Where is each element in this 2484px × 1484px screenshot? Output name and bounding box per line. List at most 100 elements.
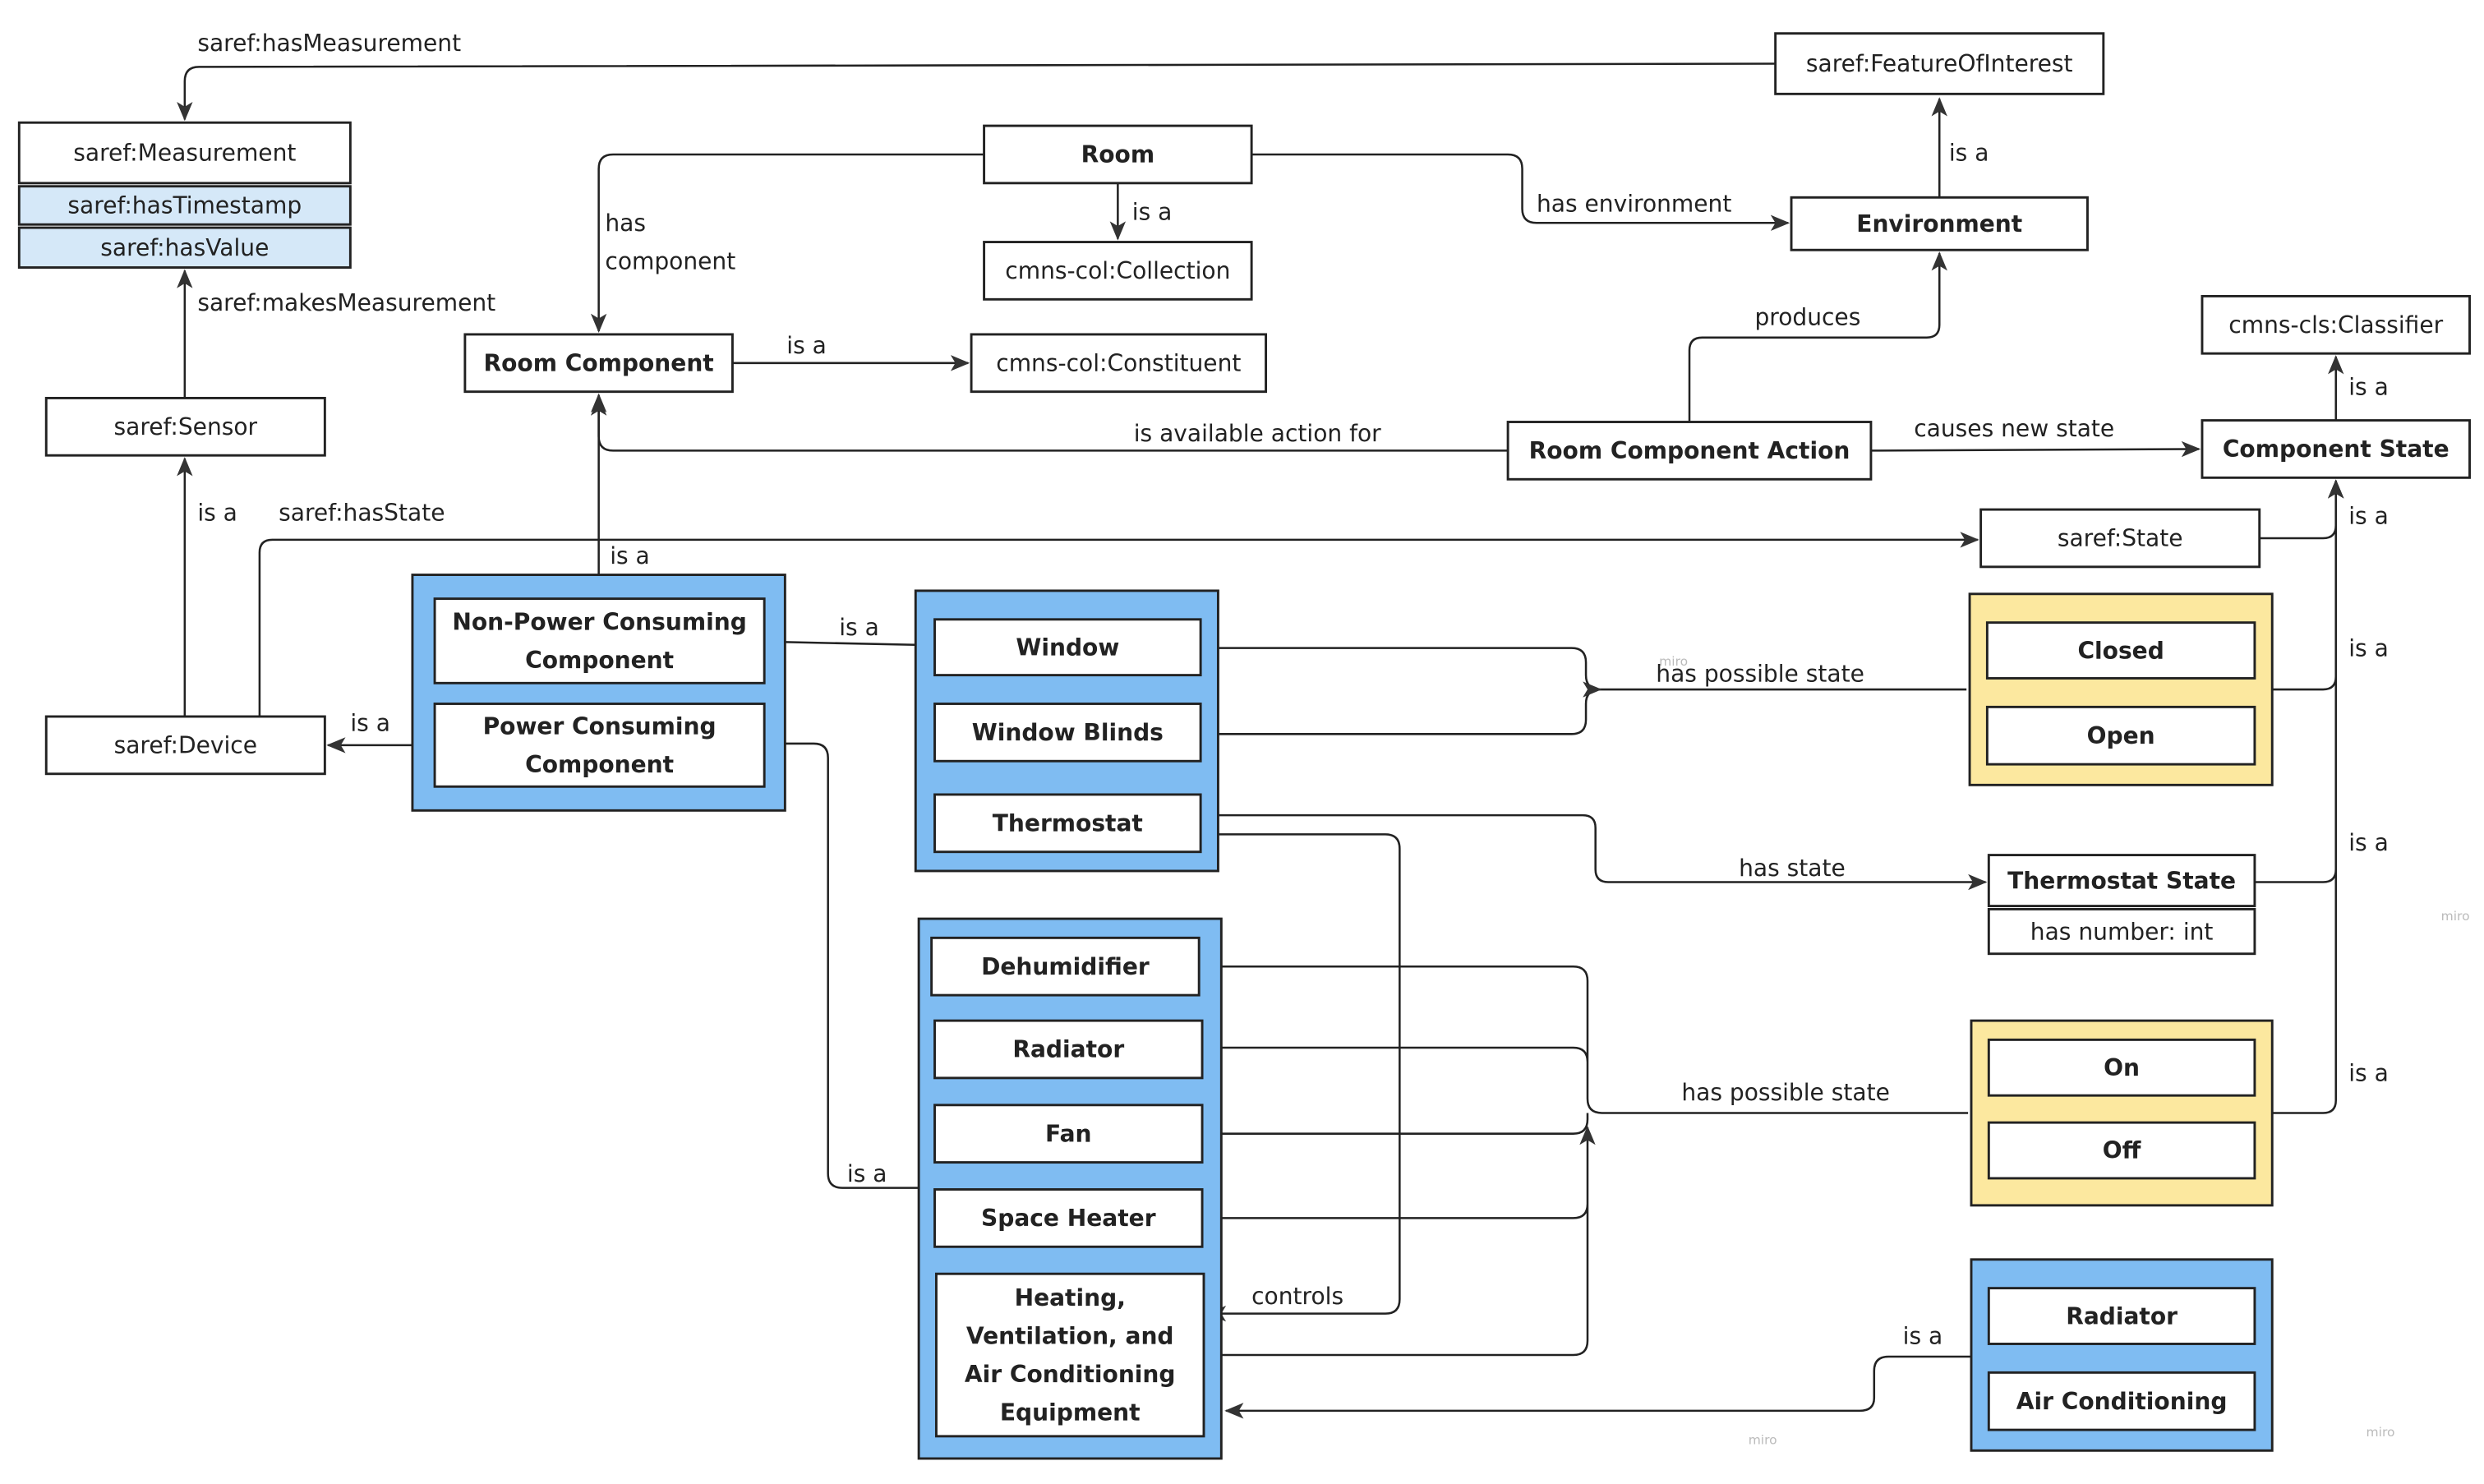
edge-label: saref:makesMeasurement [197,289,495,316]
edge-yellow2IsCs [2272,479,2344,1114]
connector-arrow [766,634,916,651]
node-thermostat: Thermostat [933,793,1202,854]
node-sensor: saref:Sensor [44,396,326,457]
node-timestamp: saref:hasTimestamp [17,185,352,226]
node-label: Window Blinds [972,719,1164,746]
node-hvac: Heating, Ventilation, and Air Conditioning… [934,1272,1205,1438]
edge-group3IsPc [766,735,919,1189]
edge-label: component [605,247,735,274]
node-label: saref:Sensor [113,413,257,440]
connector-arrow [1201,833,1401,1322]
node-label: saref:FeatureOfInterest [1806,50,2073,77]
edge-thermostatHasState [1201,813,1988,891]
edge-causesNewState [1870,440,2201,458]
edge-label: is a [1903,1322,1943,1349]
node-measurement: saref:Measurement [17,121,352,185]
edge-label: saref:hasState [279,500,445,527]
connector-arrow [1688,251,1947,422]
node-dehum: Dehumidifier [930,936,1201,997]
node-window: Window [933,618,1202,677]
node-classifier: cmns-cls:Classifier [2201,294,2471,355]
node-label: Air Conditioning [965,1361,1176,1388]
node-label: Room Component [484,350,714,377]
edge-label: controls [1251,1283,1343,1310]
edge-label: is a [2348,374,2389,401]
edge-label: is a [2348,634,2389,661]
node-label: cmns-cls:Classifier [2228,311,2443,339]
edge-label: is available action for [1134,420,1381,447]
ontology-diagram: saref:Measurement saref:hasTimestamp saref… [17,30,2471,1460]
node-closed: Closed [1985,621,2256,680]
node-blinds: Window Blinds [933,703,1202,763]
edge-label: is a [2348,503,2389,530]
node-label: Non-Power Consuming [452,608,746,635]
node-roomcomp: Room Component [463,333,734,394]
node-label: Radiator [1012,1036,1124,1063]
connector-arrow [2272,479,2344,1114]
node-label: saref:State [2058,525,2183,552]
node-label: Environment [1856,210,2022,237]
node-pc: Power Consuming Component [433,703,766,788]
node-radiator: Radiator [933,1019,1204,1080]
node-label: Space Heater [981,1205,1156,1232]
edge-label: has state [1739,855,1846,882]
node-label: saref:Measurement [73,140,296,167]
edge-label: causes new state [1914,415,2114,442]
node-label: Ventilation, and [966,1322,1174,1349]
node-open: Open [1985,705,2256,766]
node-on: On [1987,1038,2256,1097]
node-rca: Room Component Action [1506,421,1873,481]
node-label: Heating, [1015,1284,1126,1311]
edge-hasMeasurement [177,62,1776,122]
node-value: saref:hasValue [17,226,352,269]
node-label: Room [1081,141,1154,168]
node-radiator2: Radiator [1987,1287,2256,1345]
connector-arrow [2272,479,2344,691]
node-tstate_attr: has number: int [1987,908,2256,956]
connector-arrow [177,62,1776,122]
edge-label: is a [2348,1060,2389,1087]
node-label: Thermostat [993,810,1143,837]
watermark: miro [2441,909,2470,924]
node-constituent: cmns-col:Constituent [970,333,1268,394]
node-room: Room [983,124,1253,185]
node-label: Closed [2077,637,2164,664]
node-label: Component [525,647,674,674]
node-label: Equipment [1000,1399,1141,1426]
watermark: miro [1659,654,1688,669]
edge-label: is a [610,542,650,569]
edge-label: is a [847,1160,887,1187]
node-fan: Fan [933,1104,1204,1164]
node-label: Dehumidifier [981,953,1150,980]
edge-label: saref:hasMeasurement [197,30,461,57]
node-label: Thermostat State [2007,867,2236,894]
edge-label: has environment [1537,191,1731,218]
edge-yellow1IsCs [2272,479,2344,691]
connector-arrow [590,153,984,333]
edge-label: is a [197,500,237,527]
node-compstate: Component State [2201,419,2471,479]
node-label: Fan [1045,1120,1091,1147]
node-ac: Air Conditioning [1987,1371,2256,1431]
node-tstate: Thermostat State [1987,854,2256,908]
node-label: Power Consuming [483,712,717,740]
node-label: Component [525,751,674,778]
watermark: miro [1749,1433,1777,1448]
connector-arrow [1201,813,1988,891]
edge-hasComponent [590,153,984,333]
node-label: Air Conditioning [2016,1388,2228,1415]
edge-label: is a [2348,829,2389,856]
node-label: Radiator [2066,1302,2178,1330]
edge-stateIsCs [2259,479,2344,540]
edge-label: has possible state [1681,1079,1890,1106]
node-environment: Environment [1790,196,2089,251]
connector-arrow [1870,440,2201,458]
edge-controls [1201,833,1401,1322]
node-label: has number: int [2030,918,2214,945]
node-npc: Non-Power Consuming Component [433,597,766,684]
edge-group2IsNpc [766,634,916,651]
edge-label: has [605,210,646,237]
node-foi: saref:FeatureOfInterest [1774,32,2105,95]
connector-arrow [2259,479,2344,540]
edge-label: is a [1132,198,1173,225]
